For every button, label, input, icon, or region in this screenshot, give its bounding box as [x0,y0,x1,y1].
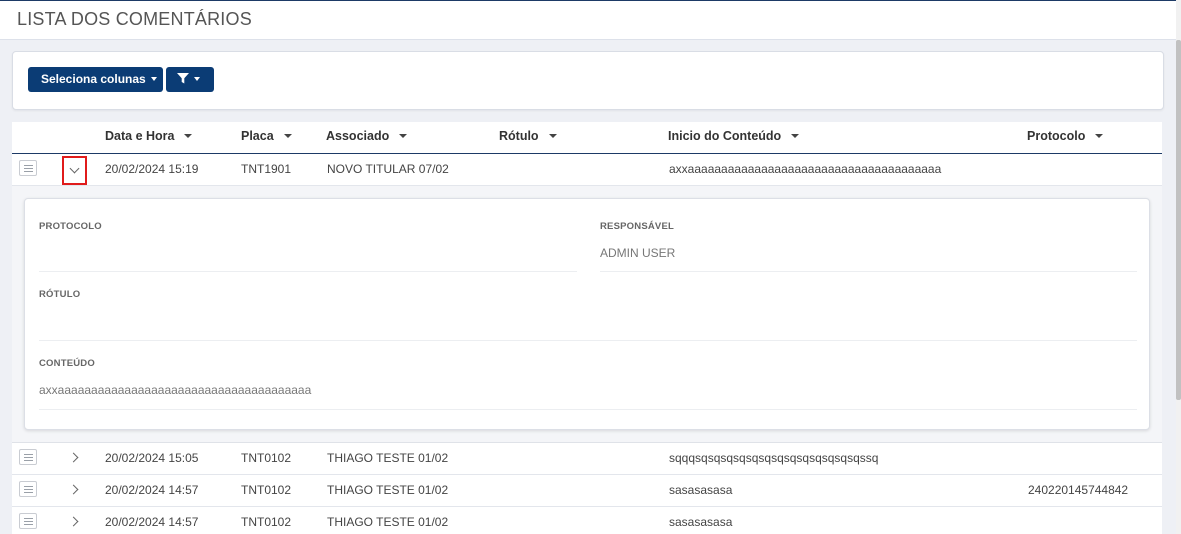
cell-associado: THIAGO TESTE 01/02 [327,483,449,497]
page-header: LISTA DOS COMENTÁRIOS [0,1,1176,40]
column-header-associado[interactable]: Associado [326,129,408,143]
column-header-protocolo[interactable]: Protocolo [1027,129,1104,143]
cell-placa: TNT1901 [241,162,292,176]
chevron-down-icon [69,163,80,174]
column-header-label: Rótulo [499,129,539,143]
sort-caret-icon [283,134,292,139]
select-columns-label: Seleciona colunas [41,72,146,86]
document-icon[interactable] [19,481,37,497]
cell-placa: TNT0102 [241,451,292,465]
cell-conteudo: sasasasasa [669,515,733,529]
divider [39,271,577,272]
column-header-data-hora[interactable]: Data e Hora [105,129,193,143]
row-detail-panel: PROTOCOLO RESPONSÁVEL ADMIN USER RÓTULO … [12,186,1162,443]
column-header-label: Inicio do Conteúdo [668,129,782,143]
scrollbar-thumb[interactable] [1176,40,1181,400]
sort-caret-icon [548,134,557,139]
divider [39,409,1137,410]
table-row[interactable]: 20/02/2024 15:19 TNT1901 NOVO TITULAR 07… [12,154,1162,186]
column-header-label: Protocolo [1027,129,1086,143]
table-row[interactable]: 20/02/2024 14:57 TNT0102 THIAGO TESTE 01… [12,507,1162,534]
caret-down-icon [194,76,200,81]
collapse-row-button[interactable] [62,156,87,185]
detail-conteudo-value: axxaaaaaaaaaaaaaaaaaaaaaaaaaaaaaaaaaaaaa… [39,383,312,397]
detail-responsavel-value: ADMIN USER [600,246,676,260]
filter-button[interactable] [166,67,214,92]
cell-associado: THIAGO TESTE 01/02 [327,451,449,465]
column-header-rotulo[interactable]: Rótulo [499,129,557,143]
divider [39,340,1137,341]
caret-down-icon [150,76,157,81]
table-header: Data e Hora Placa Associado Rótulo Inici… [12,122,1162,155]
column-header-label: Placa [241,129,274,143]
cell-placa: TNT0102 [241,483,292,497]
cell-conteudo: sasasasasa [669,483,733,497]
document-icon[interactable] [19,160,37,176]
toolbar-card: Seleciona colunas [12,51,1164,110]
cell-placa: TNT0102 [241,515,292,529]
chevron-right-icon[interactable] [68,516,79,527]
column-header-label: Data e Hora [105,129,175,143]
cell-conteudo: axxaaaaaaaaaaaaaaaaaaaaaaaaaaaaaaaaaaaaa… [669,162,942,176]
cell-conteudo: sqqqsqsqsqsqsqsqsqsqsqsqsqsqsqssq [669,451,879,465]
cell-datetime: 20/02/2024 15:05 [105,451,199,465]
document-icon[interactable] [19,513,37,529]
cell-datetime: 20/02/2024 14:57 [105,483,199,497]
column-header-placa[interactable]: Placa [241,129,292,143]
detail-rotulo-label: RÓTULO [39,289,81,300]
select-columns-button[interactable]: Seleciona colunas [28,67,163,92]
sort-caret-icon [1095,134,1104,139]
sort-caret-icon [399,134,408,139]
sort-caret-icon [184,134,193,139]
page-title: LISTA DOS COMENTÁRIOS [17,9,252,29]
column-header-label: Associado [326,129,390,143]
filter-icon [177,72,189,84]
detail-card: PROTOCOLO RESPONSÁVEL ADMIN USER RÓTULO … [24,198,1150,430]
cell-datetime: 20/02/2024 15:19 [105,162,199,176]
cell-datetime: 20/02/2024 14:57 [105,515,199,529]
chevron-right-icon[interactable] [68,484,79,495]
document-icon[interactable] [19,449,37,465]
cell-protocolo: 240220145744842 [1028,483,1129,497]
column-header-inicio-conteudo[interactable]: Inicio do Conteúdo [668,129,800,143]
table-row[interactable]: 20/02/2024 15:05 TNT0102 THIAGO TESTE 01… [12,443,1162,475]
detail-responsavel-label: RESPONSÁVEL [600,221,674,232]
divider [600,271,1137,272]
cell-associado: NOVO TITULAR 07/02 [327,162,449,176]
detail-protocolo-label: PROTOCOLO [39,221,102,232]
chevron-right-icon[interactable] [68,452,79,463]
table-row[interactable]: 20/02/2024 14:57 TNT0102 THIAGO TESTE 01… [12,475,1162,507]
sort-caret-icon [791,134,800,139]
cell-associado: THIAGO TESTE 01/02 [327,515,449,529]
detail-conteudo-label: CONTEÚDO [39,358,95,369]
